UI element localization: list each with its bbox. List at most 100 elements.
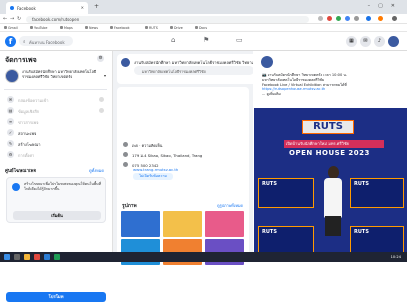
see-all-photos-link[interactable]: ดูรูปภาพทั้งหมด: [217, 203, 243, 209]
search-icon: ⌕: [23, 39, 26, 45]
photos-title: รูปภาพ: [122, 204, 137, 209]
sidebar-item-status[interactable]: ✓ สถานะเพจ: [5, 127, 108, 137]
sidebar-item-create-ad[interactable]: ✎ สร้างโฆษณา: [5, 138, 108, 148]
status-badge: [99, 96, 104, 102]
menu-icon[interactable]: [392, 16, 397, 21]
ad-text: สร้างโฆษณาเพื่อโปรโมทเพจของคุณให้คนในพื้…: [24, 182, 101, 191]
os-taskbar: 10:24: [0, 252, 407, 262]
flag-icon[interactable]: ⚑: [203, 36, 209, 44]
page-name: งานรับสมัครนักศึกษา มหาวิทยาลัยเทคโนโลยี…: [22, 69, 97, 79]
sidebar-item-label: ข้อมูลเชิงลึก: [18, 109, 40, 114]
sidebar-item-inbox[interactable]: ✉ กล่องข้อความเข้า: [5, 94, 108, 104]
sidebar-item-label: กล่องข้อความเข้า: [18, 98, 49, 103]
photo-thumbnail[interactable]: [121, 211, 160, 237]
facebook-search-input[interactable]: ⌕ ค้นหาบน Facebook: [19, 36, 73, 46]
about-text: 179 ม.4 Sikao, Sikao, Thailand, Trang: [132, 152, 203, 158]
bookmark-item[interactable]: RUTS: [145, 26, 158, 30]
word-icon[interactable]: [44, 254, 50, 260]
composer-placeholder: มหาวิทยาลัยเทคโนโลยีราชมงคลศรีวิชัย: [142, 69, 206, 74]
facebook-header: f ⌕ ค้นหาบน Facebook ⌂ ⚑ ▭ ▦ ✉ ♪: [0, 32, 407, 51]
folder-icon[interactable]: [24, 254, 30, 260]
back-icon[interactable]: ←: [3, 16, 7, 22]
bookmark-item[interactable]: Docs: [195, 26, 207, 30]
post-text: 📷 งานรับสมัครนักศึกษา วิทยาเขตตรัง เวลา …: [262, 73, 402, 97]
website-link[interactable]: www.trang.rmutsv.ac.th: [133, 167, 178, 172]
bookmark-item[interactable]: YouTube: [30, 26, 47, 30]
photo-thumbnail[interactable]: [163, 211, 202, 237]
gear-icon[interactable]: ⚙: [97, 55, 104, 62]
open-house-poster-image[interactable]: RUTS เปิดบ้านรับนักศึกษาใหม่ มทร.ศรีวิชั…: [254, 108, 407, 262]
gaming-icon[interactable]: ▭: [236, 36, 243, 44]
bookmark-item[interactable]: Facebook: [110, 26, 130, 30]
settings-icon: ⚙: [7, 150, 14, 158]
start-icon[interactable]: [4, 254, 10, 260]
screen-poster: RUTS: [258, 178, 314, 208]
search-icon[interactable]: [14, 254, 20, 260]
extension-icon[interactable]: [327, 16, 332, 21]
about-text: เพจ · ความคิดเห็น: [132, 142, 163, 148]
ad-icon: [12, 183, 20, 191]
promote-button[interactable]: โปรโมท: [6, 292, 106, 302]
post-avatar[interactable]: [261, 56, 273, 68]
window-controls[interactable]: –▢✕: [368, 3, 403, 9]
sidebar-item-insights[interactable]: ▤ ข้อมูลเชิงลึก: [5, 105, 108, 115]
tab-title: Facebook: [17, 5, 36, 11]
facebook-logo[interactable]: f: [5, 35, 16, 47]
clock: 10:24: [390, 254, 401, 259]
phone-icon: [123, 162, 128, 167]
page-avatar: [121, 58, 130, 67]
notifications-icon[interactable]: ♪: [374, 36, 385, 47]
chrome-icon[interactable]: [34, 254, 40, 260]
bookmark-item[interactable]: Gmail: [4, 26, 18, 30]
home-icon[interactable]: ⌂: [171, 36, 175, 44]
chevron-down-icon[interactable]: ▾: [104, 73, 106, 78]
bookmarks-bar: Gmail YouTube Maps News Facebook RUTS Dr…: [0, 24, 407, 32]
feed-post: 📷 งานรับสมัครนักศึกษา วิทยาเขตตรัง เวลา …: [253, 51, 407, 262]
photo-thumbnail[interactable]: [205, 211, 244, 237]
profile-avatar[interactable]: [366, 16, 371, 21]
account-avatar[interactable]: [388, 36, 399, 47]
location-icon: [123, 152, 128, 157]
bookmark-item[interactable]: Drive: [170, 26, 183, 30]
ad-start-button[interactable]: เริ่มต้น: [13, 211, 101, 220]
poster-event-text: OPEN HOUSE 2023: [289, 149, 370, 157]
bookmark-item[interactable]: News: [85, 26, 98, 30]
sidebar-item-settings[interactable]: ⚙ การตั้งค่า: [5, 149, 108, 159]
close-tab-icon[interactable]: ✕: [81, 5, 84, 10]
url-field[interactable]: facebook.com/rutsopen: [26, 15, 309, 23]
extension-icon[interactable]: [378, 16, 383, 21]
bookmark-item[interactable]: Maps: [60, 26, 73, 30]
ad-center-title: ศูนย์โฆษณาเพจ: [5, 169, 37, 174]
page-avatar: [5, 69, 19, 83]
ad-center-link[interactable]: ดูทั้งหมด: [89, 167, 104, 174]
see-more-link[interactable]: ... ดูเพิ่มเติม: [262, 92, 402, 97]
status-badge: [99, 107, 104, 113]
megaphone-icon: ✎: [7, 139, 14, 147]
manage-page-sidebar: จัดการเพจ ⚙ งานรับสมัครนักศึกษา มหาวิทยา…: [0, 51, 113, 302]
sidebar-item-label: ข่าวสารเพจ: [18, 120, 39, 125]
composer-input[interactable]: มหาวิทยาลัยเทคโนโลยีราชมงคลศรีวิชัย: [134, 66, 254, 75]
about-card: เพจ · ความคิดเห็น 179 ม.4 Sikao, Sikao, …: [117, 87, 249, 205]
new-tab-button[interactable]: +: [94, 3, 99, 10]
forward-icon[interactable]: →: [10, 16, 14, 22]
url-text: facebook.com/rutsopen: [32, 16, 80, 22]
sidebar-item-news[interactable]: ≡ ข่าวสารเพจ: [5, 116, 108, 126]
extension-icon[interactable]: [345, 16, 350, 21]
excel-icon[interactable]: [54, 254, 60, 260]
extension-icon[interactable]: [318, 16, 323, 21]
screen-poster: RUTS: [350, 178, 404, 208]
facebook-favicon-icon: [10, 6, 14, 10]
sidebar-item-label: สถานะเพจ: [18, 131, 37, 136]
messenger-icon[interactable]: ✉: [360, 36, 371, 47]
reload-icon[interactable]: ↻: [17, 16, 21, 22]
apps-menu-icon[interactable]: ▦: [346, 36, 357, 47]
sidebar-item-label: สร้างโฆษณา: [18, 142, 41, 147]
extension-icon[interactable]: [336, 16, 341, 21]
poster-band-text: เปิดบ้านรับนักศึกษาใหม่ มทร.ศรีวิชัย: [286, 141, 349, 146]
ruts-logo-text: RUTS: [302, 120, 354, 134]
page-switcher[interactable]: งานรับสมัครนักศึกษา มหาวิทยาลัยเทคโนโลยี…: [4, 66, 107, 90]
ad-card: สร้างโฆษณาเพื่อโปรโมทเพจของคุณให้คนในพื้…: [6, 177, 106, 223]
extension-icon[interactable]: [354, 16, 359, 21]
browser-tab[interactable]: Facebook ✕: [6, 2, 88, 14]
message-status-pill[interactable]: ไม่เปิดรับข้อความ: [133, 173, 173, 180]
